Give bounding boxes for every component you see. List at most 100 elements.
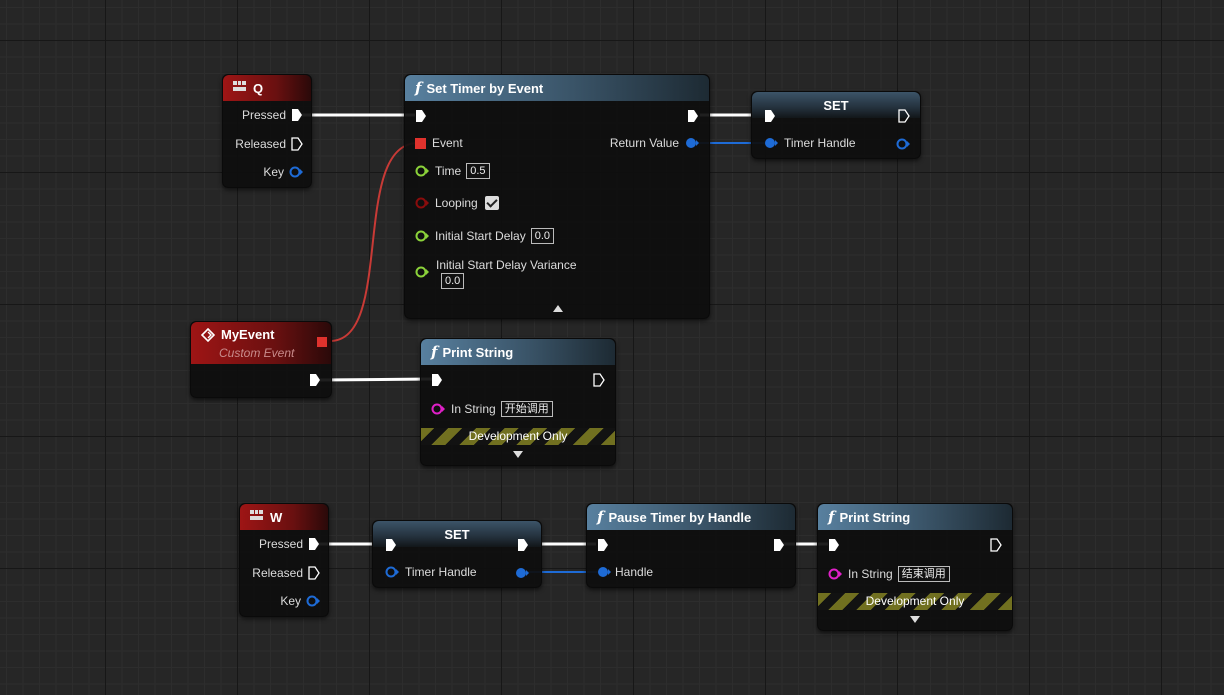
- delegate-out-pin[interactable]: [317, 337, 327, 347]
- event-diamond-icon: [201, 328, 215, 342]
- handle-label: Handle: [615, 565, 654, 579]
- in-string-row: In String 开始调用: [431, 401, 553, 417]
- exec-out-pin[interactable]: [773, 538, 785, 552]
- exec-in-pin[interactable]: [597, 538, 609, 552]
- timer-handle-label: Timer Handle: [405, 565, 477, 579]
- pause-timer-title: Pause Timer by Handle: [608, 509, 752, 525]
- print-string-node-top[interactable]: f Print String In String 开始调用 Developmen…: [420, 338, 616, 466]
- initial-start-delay-label: Initial Start Delay: [435, 229, 526, 243]
- struct-in-pin[interactable]: [385, 566, 399, 578]
- q-node-title: Q: [253, 80, 264, 96]
- initial-start-delay-variance-pin-row: [415, 266, 429, 278]
- print-top-header: f Print String: [421, 339, 615, 365]
- event-label: Event: [432, 136, 463, 150]
- wire-myevent-to-print-top[interactable]: [319, 377, 433, 382]
- struct-in-pin[interactable]: [764, 137, 778, 149]
- exec-out-pin[interactable]: [593, 373, 605, 387]
- time-value-input[interactable]: 0.5: [466, 163, 490, 179]
- in-string-row: In String 结束调用: [828, 566, 950, 582]
- exec-out-pin[interactable]: [309, 373, 321, 387]
- key-label: Key: [280, 594, 301, 608]
- exec-out-pin-connected[interactable]: [308, 537, 320, 551]
- looping-row: Looping: [415, 196, 499, 210]
- set-timer-title: Set Timer by Event: [426, 80, 544, 96]
- pause-timer-header: f Pause Timer by Handle: [587, 504, 795, 530]
- in-string-input[interactable]: 开始调用: [500, 401, 553, 417]
- expand-arrow-icon[interactable]: [513, 451, 523, 458]
- print-top-title: Print String: [442, 344, 514, 360]
- exec-out-pin[interactable]: [291, 137, 303, 151]
- set-timer-by-event-node[interactable]: f Set Timer by Event Event Return Value …: [404, 74, 710, 319]
- set-timer-handle-node-top[interactable]: SET Timer Handle: [751, 91, 921, 159]
- function-icon: f: [431, 343, 438, 361]
- exec-in-pin[interactable]: [385, 538, 397, 552]
- float-pin[interactable]: [415, 230, 429, 242]
- struct-pin[interactable]: [289, 166, 303, 178]
- q-key-event-node[interactable]: Q Pressed Released Key: [222, 74, 312, 188]
- my-event-custom-event-node[interactable]: MyEvent Custom Event: [190, 321, 332, 398]
- key-label: Key: [263, 165, 284, 179]
- print-string-node-bottom[interactable]: f Print String In String 结束调用 Developmen…: [817, 503, 1013, 631]
- timer-handle-label: Timer Handle: [784, 136, 856, 150]
- timer-handle-row: Timer Handle: [385, 565, 477, 579]
- set-timer-handle-node-bottom[interactable]: SET Timer Handle: [372, 520, 542, 588]
- w-node-header: W: [240, 504, 328, 530]
- timer-handle-row: Timer Handle: [764, 136, 856, 150]
- exec-in-pin[interactable]: [431, 373, 443, 387]
- struct-out-pin[interactable]: [896, 138, 910, 150]
- float-pin[interactable]: [415, 165, 429, 177]
- q-pressed-row: Pressed: [242, 108, 303, 122]
- pressed-label: Pressed: [241, 108, 286, 122]
- collapse-arrow-icon[interactable]: [553, 305, 563, 312]
- set-timer-header: f Set Timer by Event: [405, 75, 709, 101]
- initial-start-delay-variance-input[interactable]: 0.0: [441, 273, 465, 289]
- exec-out-pin[interactable]: [517, 538, 529, 552]
- time-label: Time: [435, 164, 462, 178]
- struct-out-pin[interactable]: [515, 567, 529, 579]
- exec-out-pin[interactable]: [308, 566, 320, 580]
- initial-start-delay-variance-label: Initial Start Delay Variance: [436, 258, 577, 272]
- event-pin-row: Event: [415, 136, 463, 150]
- expand-arrow-icon[interactable]: [910, 616, 920, 623]
- delegate-pin[interactable]: [415, 137, 426, 149]
- exec-in-pin[interactable]: [415, 109, 427, 123]
- w-node-title: W: [270, 509, 283, 525]
- pressed-label: Pressed: [258, 537, 303, 551]
- initial-start-delay-input[interactable]: 0.0: [530, 228, 554, 244]
- set-top-title: SET: [823, 97, 849, 113]
- w-pressed-row: Pressed: [259, 537, 320, 551]
- keyboard-icon: [250, 510, 264, 524]
- keyboard-icon: [233, 81, 247, 95]
- q-released-row: Released: [235, 137, 303, 151]
- in-string-label: In String: [451, 402, 496, 416]
- exec-out-pin[interactable]: [898, 109, 910, 123]
- q-key-row: Key: [263, 165, 303, 179]
- function-icon: f: [415, 79, 422, 97]
- q-node-header: Q: [223, 75, 311, 101]
- bool-pin[interactable]: [415, 197, 429, 209]
- exec-in-pin[interactable]: [764, 109, 776, 123]
- struct-pin[interactable]: [306, 595, 320, 607]
- pause-timer-by-handle-node[interactable]: f Pause Timer by Handle Handle: [586, 503, 796, 588]
- string-pin[interactable]: [828, 568, 842, 580]
- exec-in-pin[interactable]: [828, 538, 840, 552]
- development-only-banner: Development Only: [421, 428, 615, 445]
- exec-out-pin[interactable]: [687, 109, 699, 123]
- released-label: Released: [252, 566, 303, 580]
- function-icon: f: [597, 508, 604, 526]
- handle-row: Handle: [597, 565, 653, 579]
- float-pin[interactable]: [415, 266, 429, 278]
- exec-out-pin[interactable]: [990, 538, 1002, 552]
- initial-start-delay-variance-input-wrap: 0.0: [436, 273, 465, 289]
- w-key-event-node[interactable]: W Pressed Released Key: [239, 503, 329, 617]
- struct-out-pin[interactable]: [685, 137, 699, 149]
- in-string-input[interactable]: 结束调用: [897, 566, 950, 582]
- set-bottom-title: SET: [444, 526, 470, 542]
- exec-out-pin-connected[interactable]: [291, 108, 303, 122]
- struct-in-pin[interactable]: [597, 566, 611, 578]
- print-bottom-title: Print String: [839, 509, 911, 525]
- string-pin[interactable]: [431, 403, 445, 415]
- looping-checkbox[interactable]: [484, 196, 499, 210]
- function-icon: f: [828, 508, 835, 526]
- in-string-label: In String: [848, 567, 893, 581]
